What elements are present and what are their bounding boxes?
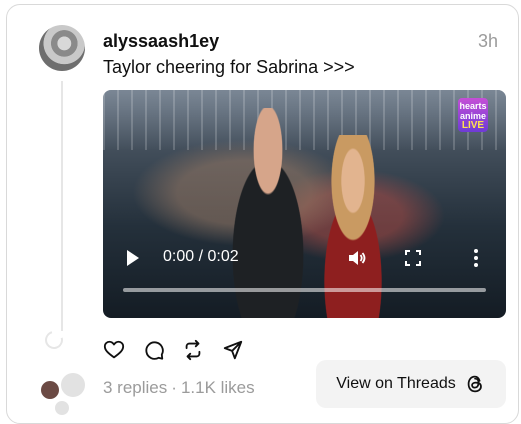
share-icon[interactable] bbox=[222, 339, 244, 361]
reply-avatar bbox=[59, 371, 87, 399]
reply-avatar bbox=[53, 399, 71, 417]
video-player[interactable]: hearts anime LIVE 0:00 / 0:02 bbox=[103, 90, 506, 318]
likes-count[interactable]: 1.1K likes bbox=[181, 378, 255, 397]
logo-line-3: LIVE bbox=[461, 120, 485, 131]
username[interactable]: alyssaash1ey bbox=[103, 31, 219, 52]
threads-icon bbox=[467, 375, 482, 393]
timestamp: 3h bbox=[477, 31, 498, 51]
avatar[interactable] bbox=[39, 25, 85, 71]
repost-icon[interactable] bbox=[182, 339, 204, 361]
fullscreen-icon[interactable] bbox=[405, 250, 421, 266]
post-text: Taylor cheering for Sabrina >>> bbox=[103, 57, 355, 77]
replies-count[interactable]: 3 replies bbox=[103, 378, 167, 397]
volume-icon[interactable] bbox=[347, 248, 367, 268]
thread-line bbox=[61, 81, 63, 331]
like-icon[interactable] bbox=[103, 339, 125, 361]
stats-separator: · bbox=[171, 378, 177, 397]
thread-curl bbox=[41, 327, 67, 353]
post-stats: 3 replies · 1.1K likes bbox=[103, 378, 255, 398]
more-icon[interactable] bbox=[473, 248, 479, 268]
view-on-threads-button[interactable]: View on Threads bbox=[316, 360, 506, 408]
comment-icon[interactable] bbox=[143, 339, 165, 361]
video-time: 0:00 / 0:02 bbox=[163, 248, 239, 265]
reply-avatar bbox=[39, 379, 61, 401]
video-progress-bar[interactable] bbox=[123, 288, 486, 292]
post-card[interactable]: alyssaash1ey 3h Taylor cheering for Sabr… bbox=[6, 4, 519, 424]
play-icon[interactable] bbox=[127, 250, 139, 266]
view-on-threads-label: View on Threads bbox=[336, 375, 456, 392]
video-overlay-logo: hearts anime LIVE bbox=[458, 98, 488, 132]
reply-avatars[interactable] bbox=[37, 371, 87, 417]
logo-line-1: hearts bbox=[459, 101, 487, 111]
